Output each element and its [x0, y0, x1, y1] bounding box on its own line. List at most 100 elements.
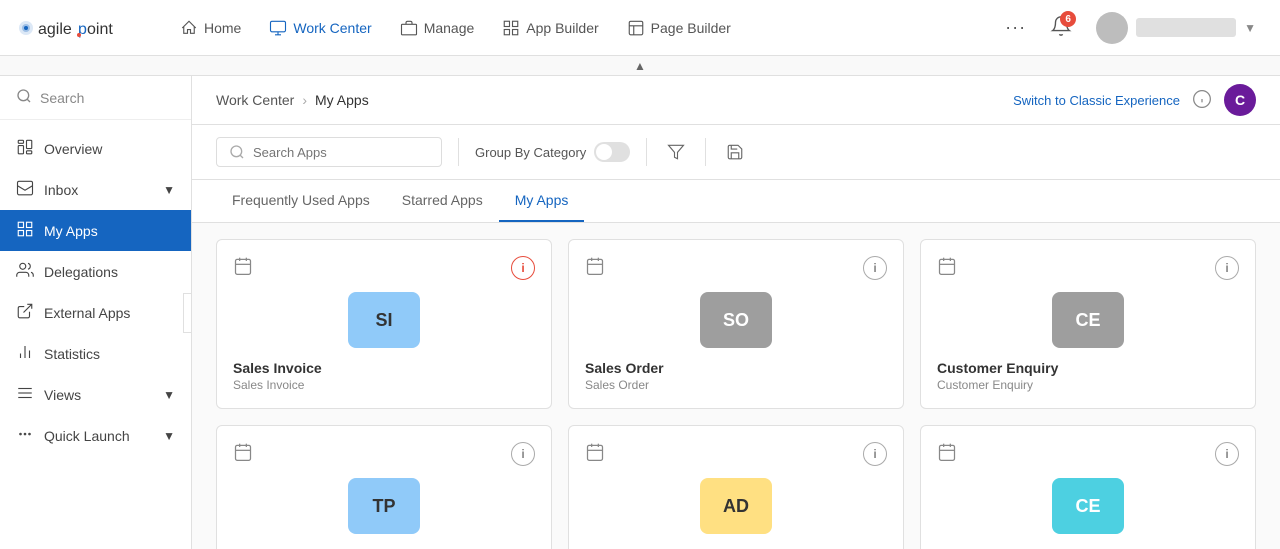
views-icon	[16, 384, 34, 405]
app-description: Sales Order	[585, 378, 887, 392]
app-card-header: i	[585, 256, 887, 280]
search-apps-input[interactable]	[253, 145, 429, 160]
collapse-chevron-icon: ▲	[634, 59, 646, 73]
logo: agile p oint	[16, 13, 136, 43]
app-card-ad[interactable]: i AD AD App AD	[568, 425, 904, 549]
statistics-icon	[16, 343, 34, 364]
nav-links: Home Work Center Manage App Builder Page…	[168, 11, 989, 45]
tab-starred-apps[interactable]: Starred Apps	[386, 180, 499, 222]
info-icon[interactable]	[1192, 89, 1212, 112]
tab-frequently-used[interactable]: Frequently Used Apps	[216, 180, 386, 222]
sidebar-item-label: External Apps	[44, 305, 130, 321]
notification-badge: 6	[1060, 11, 1076, 27]
user-avatar-img	[1096, 12, 1128, 44]
sidebar-search-label: Search	[40, 90, 84, 106]
main-layout: Search Overview Inbox ▼	[0, 76, 1280, 549]
inbox-icon	[16, 179, 34, 200]
app-info-icon[interactable]: i	[511, 256, 535, 280]
app-card-tp[interactable]: i TP TP App TP	[216, 425, 552, 549]
breadcrumb-parent: Work Center	[216, 92, 294, 108]
sidebar-item-label: My Apps	[44, 223, 98, 239]
switch-experience-link[interactable]: Switch to Classic Experience	[1013, 93, 1180, 108]
sidebar-item-statistics[interactable]: Statistics	[0, 333, 191, 374]
nav-home[interactable]: Home	[168, 11, 253, 45]
app-info-icon[interactable]: i	[1215, 442, 1239, 466]
sidebar-item-label: Delegations	[44, 264, 118, 280]
nav-app-builder[interactable]: App Builder	[490, 11, 610, 45]
sidebar-nav: Overview Inbox ▼ My Apps	[0, 120, 191, 549]
app-info-icon[interactable]: i	[863, 442, 887, 466]
app-card-header: i	[937, 256, 1239, 280]
nav-page-builder[interactable]: Page Builder	[615, 11, 743, 45]
calendar-icon	[937, 256, 957, 279]
top-nav: agile p oint Home Work Center Manage App…	[0, 0, 1280, 56]
app-card-header: i	[233, 442, 535, 466]
app-info-icon[interactable]: i	[511, 442, 535, 466]
app-card-header: i	[585, 442, 887, 466]
more-button[interactable]: ···	[997, 9, 1034, 46]
search-apps-box[interactable]	[216, 137, 442, 167]
app-card-header: i	[233, 256, 535, 280]
app-name: Sales Invoice	[233, 360, 535, 376]
user-menu[interactable]: ▼	[1088, 8, 1264, 48]
app-logo: SI	[348, 292, 420, 348]
breadcrumb: Work Center › My Apps	[216, 92, 369, 108]
toolbar-divider-3	[705, 138, 706, 166]
save-button[interactable]	[722, 139, 748, 165]
app-logo: AD	[700, 478, 772, 534]
sidebar-item-views[interactable]: Views ▼	[0, 374, 191, 415]
sidebar-item-my-apps[interactable]: My Apps	[0, 210, 191, 251]
group-by-category: Group By Category	[475, 142, 630, 162]
app-card-header: i	[937, 442, 1239, 466]
filter-button[interactable]	[663, 139, 689, 165]
group-by-label: Group By Category	[475, 145, 586, 160]
app-card-customer-enquiry[interactable]: i CE Customer Enquiry Customer Enquiry	[920, 239, 1256, 409]
quick-launch-chevron-icon: ▼	[163, 429, 175, 443]
app-description: Sales Invoice	[233, 378, 535, 392]
tab-my-apps[interactable]: My Apps	[499, 180, 585, 222]
sidebar-search[interactable]: Search	[0, 76, 191, 120]
sidebar-item-external-apps[interactable]: External Apps	[0, 292, 191, 333]
app-card-sales-order[interactable]: i SO Sales Order Sales Order	[568, 239, 904, 409]
nav-right: ··· 6 ▼	[997, 8, 1264, 48]
app-description: Customer Enquiry	[937, 378, 1239, 392]
sidebar-item-overview[interactable]: Overview	[0, 128, 191, 169]
app-info-icon[interactable]: i	[863, 256, 887, 280]
app-logo: SO	[700, 292, 772, 348]
views-chevron-icon: ▼	[163, 388, 175, 402]
nav-manage[interactable]: Manage	[388, 11, 487, 45]
svg-text:oint: oint	[87, 21, 113, 38]
sidebar-item-label: Statistics	[44, 346, 100, 362]
group-by-toggle[interactable]	[594, 142, 630, 162]
toolbar-divider-1	[458, 138, 459, 166]
delegations-icon	[16, 261, 34, 282]
user-name-label	[1136, 18, 1236, 37]
inbox-chevron-icon: ▼	[163, 183, 175, 197]
calendar-icon	[585, 442, 605, 465]
app-name: Customer Enquiry	[937, 360, 1239, 376]
app-card-ce2[interactable]: i CE CE App CE	[920, 425, 1256, 549]
search-icon	[16, 88, 32, 107]
external-apps-icon	[16, 302, 34, 323]
sidebar: Search Overview Inbox ▼	[0, 76, 192, 549]
user-initials-button[interactable]: C	[1224, 84, 1256, 116]
sidebar-collapse-button[interactable]: ‹	[183, 293, 192, 333]
sidebar-item-quick-launch[interactable]: Quick Launch ▼	[0, 415, 191, 456]
my-apps-icon	[16, 220, 34, 241]
notifications-button[interactable]: 6	[1046, 11, 1076, 44]
calendar-icon	[233, 442, 253, 465]
sidebar-item-label: Views	[44, 387, 81, 403]
sidebar-item-delegations[interactable]: Delegations	[0, 251, 191, 292]
apps-grid-container: i SI Sales Invoice Sales Invoice i SO Sa…	[192, 223, 1280, 549]
sidebar-item-inbox[interactable]: Inbox ▼	[0, 169, 191, 210]
app-info-icon[interactable]: i	[1215, 256, 1239, 280]
breadcrumb-separator: ›	[302, 92, 307, 108]
app-logo: CE	[1052, 292, 1124, 348]
sidebar-item-label: Quick Launch	[44, 428, 130, 444]
collapse-bar[interactable]: ▲	[0, 56, 1280, 76]
app-card-sales-invoice[interactable]: i SI Sales Invoice Sales Invoice	[216, 239, 552, 409]
main-content: Work Center › My Apps Switch to Classic …	[192, 76, 1280, 549]
calendar-icon	[937, 442, 957, 465]
nav-work-center[interactable]: Work Center	[257, 11, 383, 45]
breadcrumb-current: My Apps	[315, 92, 369, 108]
